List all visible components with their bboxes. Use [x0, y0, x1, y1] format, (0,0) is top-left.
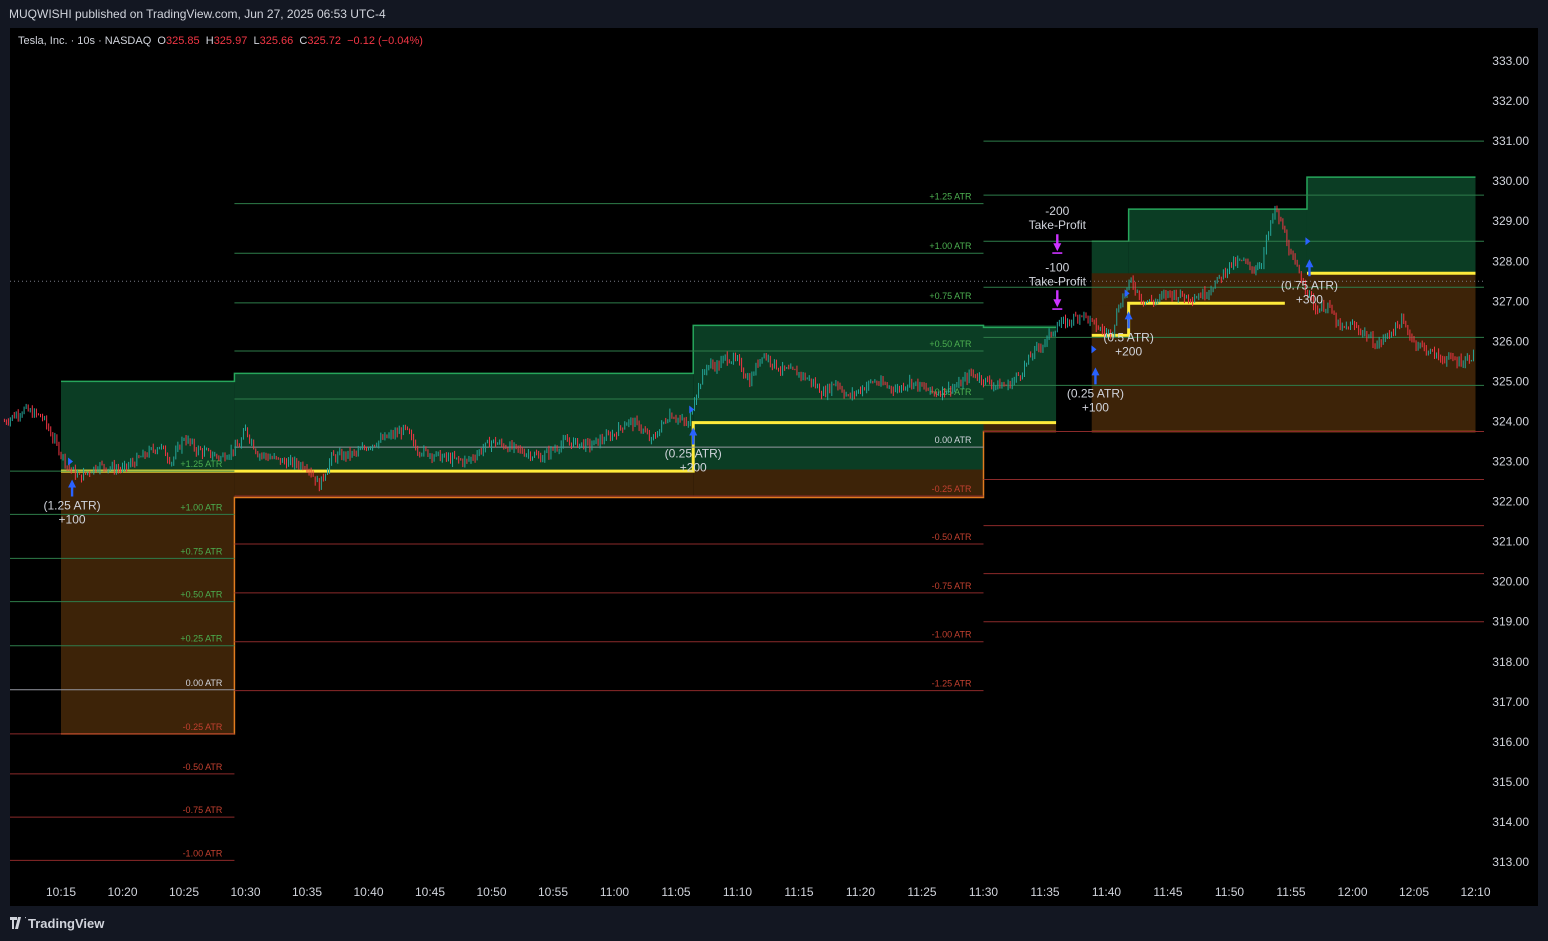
time-tick-label: 10:35 [292, 885, 322, 899]
atr-zones [61, 176, 1476, 735]
time-tick-label: 10:25 [169, 885, 199, 899]
take-profit-qty: -100 [1045, 260, 1069, 274]
take-profit-arrow-icon [1052, 290, 1063, 310]
trade-qty: +300 [1296, 292, 1323, 306]
trade-label: (0.25 ATR) [1067, 386, 1124, 400]
time-tick-label: 10:15 [46, 885, 76, 899]
trade-qty: +100 [1082, 400, 1109, 414]
time-tick-label: 11:00 [600, 885, 629, 899]
atr-level-label: +1.00 ATR [929, 241, 972, 251]
price-tick-label: 325.00 [1492, 374, 1529, 388]
price-tick-label: 313.00 [1492, 855, 1529, 869]
time-tick-label: 11:25 [907, 885, 936, 899]
atr-level-label: +0.50 ATR [180, 590, 223, 600]
price-tick-label: 324.00 [1492, 414, 1529, 428]
time-tick-label: 11:20 [846, 885, 875, 899]
time-tick-label: 10:20 [107, 885, 137, 899]
take-profit-arrow-icon [1052, 234, 1063, 254]
time-tick-label: 11:50 [1215, 885, 1244, 899]
change-value: −0.12 (−0.04%) [347, 35, 423, 47]
high-label: H [205, 35, 214, 47]
take-profit-label: Take-Profit [1029, 274, 1087, 288]
atr-level-label: -0.50 ATR [183, 762, 223, 772]
atr-level-label: +0.75 ATR [180, 546, 223, 556]
loss-zone [234, 469, 694, 498]
price-tick-label: 315.00 [1492, 775, 1529, 789]
price-tick-label: 320.00 [1492, 575, 1529, 589]
high-value: 325.97 [213, 35, 248, 47]
symbol-legend: Tesla, Inc. · 10s · NASDAQ O325.85 H325.… [18, 35, 423, 47]
time-tick-label: 11:45 [1153, 885, 1182, 899]
trade-label: (0.75 ATR) [1281, 278, 1338, 292]
price-tick-label: 331.00 [1492, 134, 1529, 148]
price-tick-label: 332.00 [1492, 94, 1529, 108]
atr-level-label: +1.25 ATR [929, 192, 972, 202]
price-tick-label: 318.00 [1492, 655, 1529, 669]
tradingview-logo-icon [10, 917, 26, 929]
time-tick-label: 11:30 [969, 885, 998, 899]
time-tick-label: 11:15 [784, 885, 813, 899]
time-tick-label: 11:10 [723, 885, 752, 899]
time-tick-label: 10:30 [230, 885, 260, 899]
atr-level-label: -1.25 ATR [932, 679, 972, 689]
price-tick-label: 327.00 [1492, 294, 1529, 308]
atr-level-label: -0.75 ATR [183, 805, 223, 815]
price-tick-label: 330.00 [1492, 174, 1529, 188]
price-tick-label: 333.00 [1492, 54, 1529, 68]
atr-level-label: +0.25 ATR [180, 634, 223, 644]
time-tick-label: 11:40 [1092, 885, 1121, 899]
time-tick-label: 11:35 [1030, 885, 1059, 899]
atr-level-label: -1.00 ATR [932, 630, 972, 640]
time-tick-label: 10:50 [476, 885, 506, 899]
price-tick-label: 321.00 [1492, 535, 1529, 549]
atr-level-label: -0.50 ATR [932, 532, 972, 542]
trade-label: (1.25 ATR) [43, 499, 100, 513]
atr-level-label: 0.00 ATR [186, 678, 223, 688]
atr-level-label: +0.50 ATR [929, 339, 972, 349]
trade-label: (0.25 ATR) [665, 446, 722, 460]
take-profit-label: Take-Profit [1029, 218, 1087, 232]
price-tick-label: 326.00 [1492, 334, 1529, 348]
atr-level-label: 0.00 ATR [935, 435, 972, 445]
atr-level-label: +1.00 ATR [180, 502, 223, 512]
price-tick-label: 319.00 [1492, 615, 1529, 629]
time-tick-label: 12:10 [1460, 885, 1490, 899]
atr-level-label: -0.25 ATR [932, 484, 972, 494]
atr-level-label: +1.25 ATR [180, 459, 223, 469]
atr-level-label: -0.75 ATR [932, 581, 972, 591]
trade-label: (0.5 ATR) [1103, 330, 1153, 344]
close-value: 325.72 [307, 35, 341, 47]
atr-level-label: -0.25 ATR [183, 722, 223, 732]
price-tick-label: 317.00 [1492, 695, 1529, 709]
symbol-name[interactable]: Tesla, Inc. · 10s · NASDAQ [18, 35, 151, 47]
price-tick-label: 316.00 [1492, 735, 1529, 749]
time-tick-label: 10:40 [353, 885, 383, 899]
profit-zone [61, 381, 235, 470]
time-tick-label: 11:05 [661, 885, 690, 899]
trade-qty: +200 [680, 460, 707, 474]
take-profit-qty: -200 [1045, 204, 1069, 218]
footer-bar: TradingView [0, 906, 1548, 941]
profit-zone [1306, 177, 1476, 274]
price-tick-label: 314.00 [1492, 815, 1529, 829]
trade-qty: +200 [1115, 344, 1142, 358]
trade-qty: +100 [59, 513, 86, 527]
time-tick-label: 10:45 [415, 885, 445, 899]
atr-level-label: -1.00 ATR [183, 848, 223, 858]
price-tick-label: 329.00 [1492, 214, 1529, 228]
price-tick-label: 322.00 [1492, 495, 1529, 509]
low-value: 325.66 [259, 35, 294, 47]
loss-zone [1091, 273, 1476, 432]
price-tick-label: 328.00 [1492, 254, 1529, 268]
time-tick-label: 10:55 [538, 885, 568, 899]
time-tick-label: 12:00 [1337, 885, 1367, 899]
time-tick-label: 12:05 [1399, 885, 1429, 899]
open-label: O [157, 35, 166, 47]
price-chart[interactable]: +1.25 ATR +1.00 ATR +0.75 ATR +0.50 ATR +0.2… [0, 0, 1548, 941]
open-value: 325.85 [165, 35, 200, 47]
time-tick-label: 11:55 [1276, 885, 1305, 899]
tradingview-brand: TradingView [28, 916, 105, 931]
atr-level-label: +0.75 ATR [929, 291, 972, 301]
price-tick-label: 323.00 [1492, 455, 1529, 469]
